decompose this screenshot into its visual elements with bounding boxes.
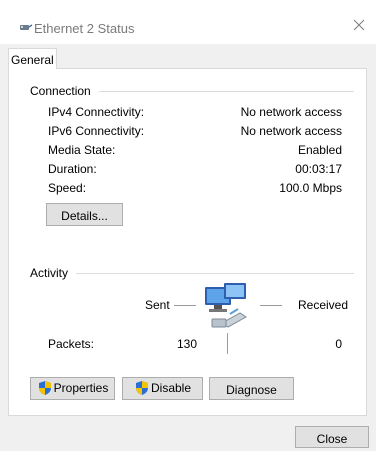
diagnose-button-label: Diagnose xyxy=(226,382,277,397)
ipv4-label: IPv4 Connectivity: xyxy=(48,105,145,119)
speed-label: Speed: xyxy=(48,181,87,195)
disable-button[interactable]: Disable xyxy=(122,377,203,400)
close-button[interactable]: Close xyxy=(295,426,369,448)
packets-label: Packets: xyxy=(48,337,95,351)
general-panel: Connection IPv4 Connectivity: No network… xyxy=(8,68,367,416)
duration-label: Duration: xyxy=(48,162,97,176)
received-line xyxy=(260,305,282,306)
title-bar: Ethernet 2 Status xyxy=(0,0,376,44)
activity-separator xyxy=(227,333,228,354)
received-label: Received xyxy=(298,298,349,312)
diagnose-button[interactable]: Diagnose xyxy=(209,377,294,400)
ipv6-value: No network access xyxy=(240,124,342,138)
packets-sent-value: 130 xyxy=(176,337,197,351)
speed-value: 100.0 Mbps xyxy=(279,181,342,195)
close-button-label: Close xyxy=(316,431,348,446)
disable-button-label: Disable xyxy=(150,381,192,395)
activity-heading: Activity xyxy=(30,266,77,280)
sent-label: Sent xyxy=(145,298,170,312)
duration-value: 00:03:17 xyxy=(295,162,342,176)
packets-received-value: 0 xyxy=(335,337,342,351)
ipv4-value: No network access xyxy=(240,105,342,119)
tab-general[interactable]: General xyxy=(8,48,57,69)
media-state-label: Media State: xyxy=(48,143,116,157)
shield-icon xyxy=(38,381,51,395)
network-computers-icon xyxy=(205,283,247,328)
shield-icon xyxy=(135,381,148,395)
details-button[interactable]: Details... xyxy=(46,203,123,226)
tab-general-label: General xyxy=(11,53,54,67)
properties-button-label: Properties xyxy=(53,381,109,395)
activity-divider xyxy=(76,273,354,274)
connection-heading: Connection xyxy=(30,84,99,98)
details-button-label: Details... xyxy=(61,208,108,223)
properties-button[interactable]: Properties xyxy=(30,377,115,400)
ipv6-label: IPv6 Connectivity: xyxy=(48,124,145,138)
media-state-value: Enabled xyxy=(297,143,342,157)
sent-line xyxy=(174,305,196,306)
connection-divider xyxy=(92,91,354,92)
window-title: Ethernet 2 Status xyxy=(34,21,135,36)
network-adapter-icon xyxy=(20,24,33,30)
close-icon[interactable] xyxy=(351,17,367,33)
